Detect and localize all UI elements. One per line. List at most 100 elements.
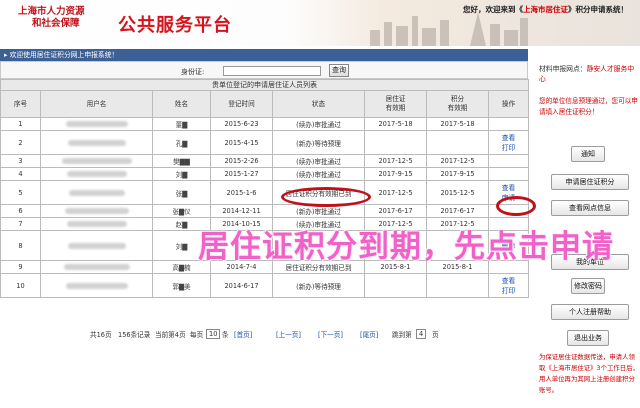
per-page-input[interactable]: 10 <box>206 329 221 339</box>
row-status: (续办)审批通过 <box>272 167 365 181</box>
bureau-line-1: 上海市人力资源 <box>18 6 85 17</box>
welcome-prefix: 您好，欢迎来到《 <box>463 5 523 14</box>
id-card-input[interactable] <box>223 66 321 76</box>
row-name: 张▇ <box>152 180 211 205</box>
column-header: 居住证 有效期 <box>364 90 427 118</box>
redacted-username <box>66 221 127 227</box>
registration-help-button[interactable]: 个人注册帮助 <box>551 304 629 320</box>
row-name: 樊▇▇ <box>152 154 211 168</box>
view-link[interactable]: 查看 <box>490 276 528 286</box>
row-points-expiry: 2017-5-18 <box>426 117 489 131</box>
sidebar-title: 材料申报网点：静安人才服务中心 <box>539 64 639 84</box>
row-actions <box>488 117 529 131</box>
row-date: 2014-6-17 <box>210 273 273 298</box>
row-username <box>40 117 153 131</box>
column-header: 状态 <box>272 90 365 118</box>
column-header: 积分 有效期 <box>426 90 489 118</box>
next-page-link[interactable]: [下一页] <box>318 329 343 339</box>
logout-button[interactable]: 退出业务 <box>567 330 609 346</box>
row-permit-expiry <box>364 130 427 155</box>
site-header: 上海市人力资源 和社会保障 公共服务平台 您好，欢迎来到《上海市居住证》积分申请… <box>0 0 640 46</box>
info-bar-text: 欢迎使用居住证积分网上申报系统！ <box>9 51 119 59</box>
row-permit-expiry: 2017-12-5 <box>364 180 427 205</box>
first-page-link[interactable]: [首页] <box>234 329 252 339</box>
view-link[interactable]: 查看 <box>490 183 528 193</box>
row-username <box>40 217 153 231</box>
row-date: 2015-1-27 <box>210 167 273 181</box>
row-number: 1 <box>0 117 41 131</box>
redacted-username <box>64 208 129 214</box>
row-name: 董▇ <box>152 117 211 131</box>
table-row: 5 张▇ 2015-1-6 居住证积分有效期已到 2017-12-5 2015-12-5 查… <box>0 180 529 205</box>
table-row: 2 孔▇ 2015-4-15 (新办)等待预理 查看 打印 <box>0 130 529 155</box>
redacted-username <box>67 139 126 146</box>
row-date: 2015-1-6 <box>210 180 273 205</box>
pager-total: 共16页 <box>90 331 112 339</box>
column-header: 登记时间 <box>210 90 273 118</box>
row-number: 10 <box>0 273 41 298</box>
print-link[interactable]: 打印 <box>490 143 528 153</box>
row-date: 2015-2-26 <box>210 154 273 168</box>
apply-points-button[interactable]: 申请居住证积分 <box>551 174 629 190</box>
redacted-username <box>65 121 128 127</box>
row-username <box>40 260 153 274</box>
pager-current: 当前第4页 <box>155 331 186 339</box>
row-permit-expiry: 2017-12-5 <box>364 154 427 168</box>
welcome-suffix: 》积分申请系统！ <box>568 5 628 14</box>
row-number: 3 <box>0 154 41 168</box>
row-username <box>40 180 153 205</box>
redacted-username <box>65 282 128 289</box>
row-permit-expiry: 2017-6-17 <box>364 204 427 218</box>
redacted-username <box>66 171 127 177</box>
row-name: 孔▇ <box>152 130 211 155</box>
column-header: 操作 <box>488 90 529 118</box>
overlay-caption: 居住证积分到期，先点击申请 <box>198 229 614 265</box>
pager-per-page-unit: 条 <box>222 331 229 339</box>
table-row: 10 郭▇美 2014-6-17 (新办)等待预理 查看 打印 <box>0 273 529 298</box>
row-number: 2 <box>0 130 41 155</box>
change-password-button[interactable]: 修改密码 <box>571 278 605 294</box>
row-username <box>40 130 153 155</box>
print-link[interactable]: 打印 <box>490 286 528 296</box>
platform-title: 公共服务平台 <box>118 15 232 36</box>
row-actions: 查看 打印 <box>488 130 529 155</box>
info-bar: ▸ 欢迎使用居住证积分网上申报系统！ <box>0 49 528 61</box>
bureau-logo-text: 上海市人力资源 和社会保障 <box>18 6 85 30</box>
row-name: 张▇仪 <box>152 204 211 218</box>
row-number: 6 <box>0 204 41 218</box>
row-status: (续办)审批通过 <box>272 117 365 131</box>
row-date: 2014-12-11 <box>210 204 273 218</box>
pager-per-page-label: 每页 <box>190 331 204 339</box>
row-number: 7 <box>0 217 41 231</box>
row-username <box>40 230 153 261</box>
row-permit-expiry: 2017-9-15 <box>364 167 427 181</box>
row-username <box>40 204 153 218</box>
row-points-expiry: 2015-12-5 <box>426 180 489 205</box>
last-page-link[interactable]: [尾页] <box>360 329 378 339</box>
prev-page-link[interactable]: [上一页] <box>276 329 301 339</box>
redacted-username <box>61 158 132 164</box>
pagination: 共16页 156条记录 当前第4页 每页 10 条 [首页] [上一页] [下一… <box>0 327 528 341</box>
view-link[interactable]: 查看 <box>490 133 528 143</box>
welcome-message: 您好，欢迎来到《上海市居住证》积分申请系统！ <box>463 4 628 15</box>
search-button[interactable]: 查询 <box>329 64 349 77</box>
search-row: 身份证: 查询 <box>0 61 528 79</box>
row-permit-expiry: 2017-5-18 <box>364 117 427 131</box>
table-row: 6 张▇仪 2014-12-11 (新办)审批通过 2017-6-17 2017-6-17 <box>0 204 529 218</box>
row-number: 8 <box>0 230 41 261</box>
redacted-username <box>68 189 125 196</box>
sidebar-title-prefix: 材料申报网点： <box>539 65 587 73</box>
view-outlet-button[interactable]: 查看网点信息 <box>551 200 629 216</box>
column-header: 用户名 <box>40 90 153 118</box>
row-username <box>40 154 153 168</box>
welcome-highlight: 上海市居住证 <box>523 5 568 14</box>
jump-page-input[interactable]: 4 <box>416 329 427 339</box>
row-actions <box>488 154 529 168</box>
notice-button[interactable]: 通知 <box>571 146 605 162</box>
table-caption: 贵单位登记的申请居住证人员列表 <box>0 79 529 91</box>
redacted-username <box>67 242 126 249</box>
row-points-expiry: 2017-12-5 <box>426 154 489 168</box>
redacted-username <box>63 264 130 270</box>
row-actions <box>488 167 529 181</box>
column-header: 姓名 <box>152 90 211 118</box>
